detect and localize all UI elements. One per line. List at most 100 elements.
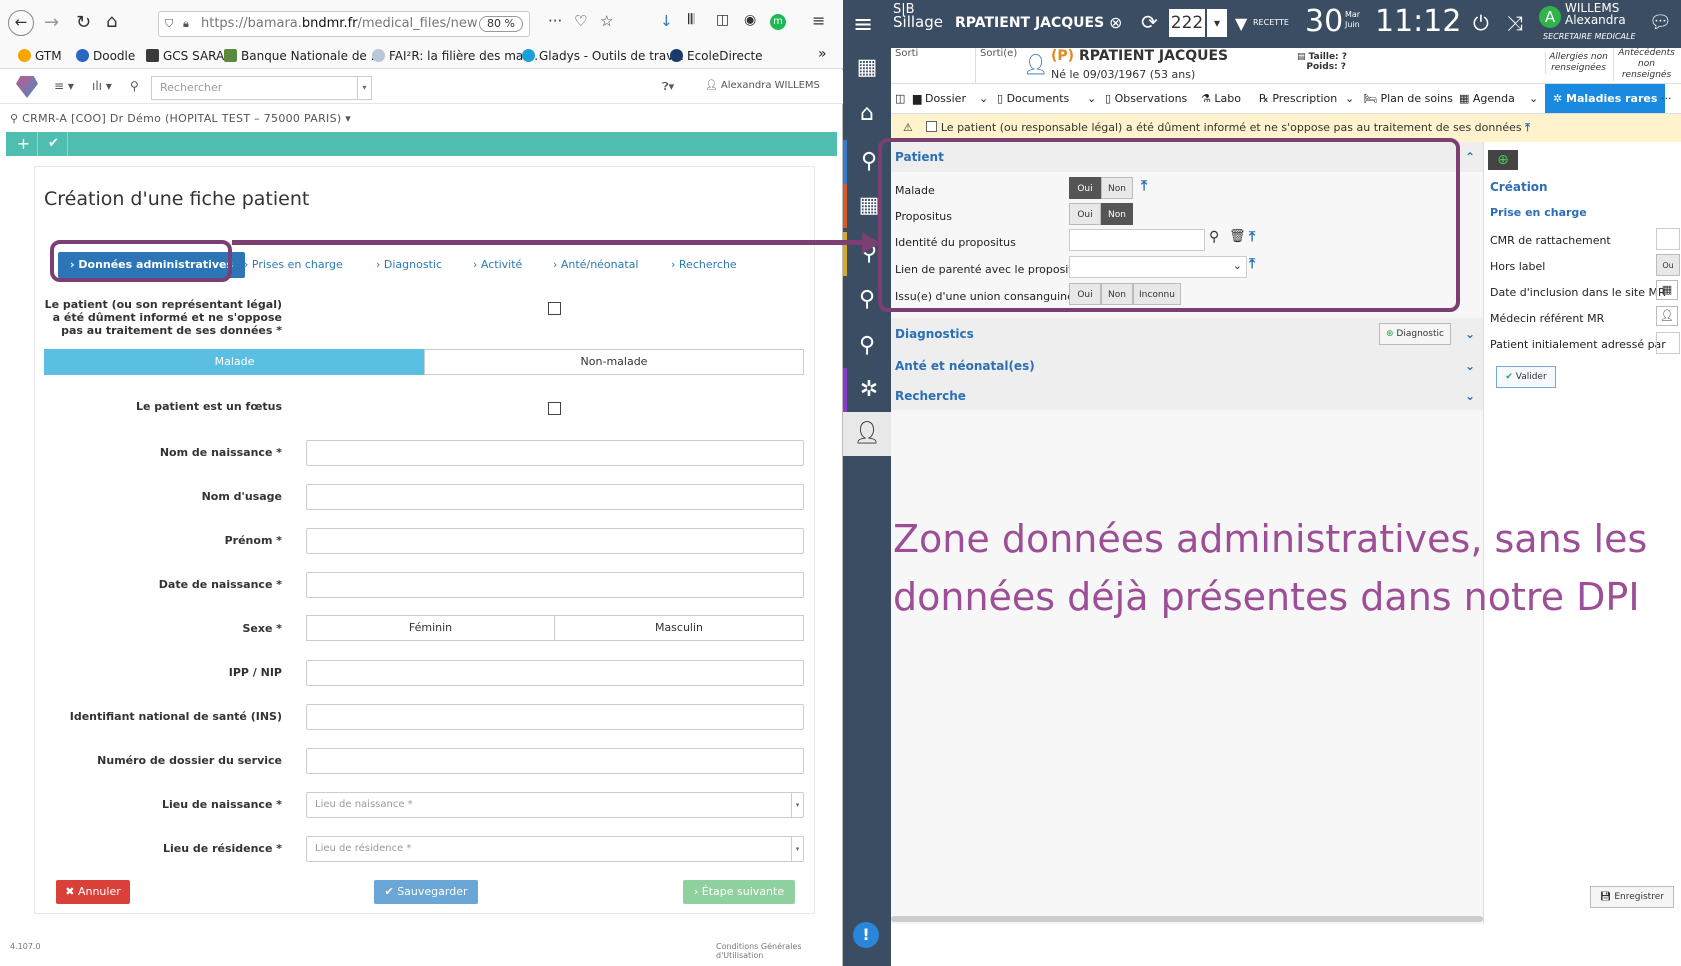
tab-maladies-rares[interactable]: ✲ Maladies rares (1545, 84, 1666, 113)
antecedents-label[interactable]: Antécédents non renseignés (1613, 48, 1679, 81)
chevron-down-icon[interactable]: ▾ (1207, 9, 1227, 37)
bookmark-item[interactable]: GCS SARA (146, 49, 224, 63)
section-diagnostics[interactable]: Diagnostics ⊕ Diagnostic ⌄ (891, 318, 1483, 350)
counter-badge[interactable]: 222 (1169, 9, 1205, 37)
library-icon[interactable]: 𝄃𝄃 (688, 12, 694, 28)
lieu-residence-select[interactable]: Lieu de résidence * ▾ (306, 836, 804, 862)
save-button[interactable]: ✔ Sauvegarder (374, 880, 478, 904)
tab-agenda[interactable]: ▦ Agenda (1459, 84, 1515, 113)
more-icon[interactable]: ··· (1661, 84, 1672, 113)
breadcrumb[interactable]: ⚲ CRMR-A [COO] Dr Démo (HOPITAL TEST – 7… (10, 112, 351, 125)
section-ante-neonatal[interactable]: Anté et néonatal(es) ⌄ (891, 350, 1483, 382)
ins-input[interactable] (306, 704, 804, 730)
consent-checkbox[interactable] (926, 121, 938, 132)
bookmark-item[interactable]: FAI²R: la filière des mal... (372, 49, 538, 63)
step-activite[interactable]: › Activité (473, 252, 522, 278)
cancel-button[interactable]: ✖ Annuler (56, 880, 130, 904)
allergies-label[interactable]: Allergies non renseignées (1545, 52, 1611, 74)
add-button[interactable]: ⊕ (1488, 150, 1518, 170)
filter-icon[interactable]: ▼ (1235, 14, 1247, 33)
adresse-input[interactable] (1656, 332, 1680, 354)
bookmark-item[interactable]: Banque Nationale de ... (224, 49, 382, 63)
prenom-input[interactable] (306, 528, 804, 554)
calendar-icon[interactable]: ▦ (1656, 280, 1678, 300)
horizontal-scrollbar[interactable] (891, 916, 1483, 922)
numero-dossier-input[interactable] (306, 748, 804, 774)
list-menu-icon[interactable]: ≡ ▾ (54, 79, 74, 93)
user-name[interactable]: WILLEMS Alexandra (1565, 2, 1626, 26)
home-icon[interactable]: ⌂ (843, 92, 891, 136)
tab-observations[interactable]: ▯ Observations (1105, 84, 1187, 113)
search-input[interactable]: Rechercher ▾ (151, 76, 372, 100)
user-add-icon[interactable]: 👤︎ (1656, 306, 1678, 326)
power-icon[interactable]: ⏻ (1473, 11, 1489, 35)
more-icon[interactable]: ··· (548, 12, 562, 30)
shuffle-icon[interactable]: ⤨ (1507, 11, 1523, 35)
back-icon[interactable]: ← (8, 10, 34, 36)
tab-prescription[interactable]: ℞ Prescription (1259, 84, 1337, 113)
extension-icon[interactable]: ◉ (744, 12, 756, 28)
tab-menu-chevron[interactable]: ⌄ (1345, 84, 1354, 113)
tab-plan-de-soins[interactable]: 🛏︎ Plan de soins (1363, 84, 1453, 113)
cmr-input[interactable] (1656, 228, 1680, 250)
enregistrer-button[interactable]: 💾︎ Enregistrer (1590, 886, 1674, 908)
check-button[interactable]: ✔ (40, 132, 68, 156)
info-icon[interactable]: ! (853, 922, 879, 948)
bookmark-item[interactable]: Doodle (76, 49, 135, 63)
pocket-icon[interactable]: ♡ (574, 12, 587, 30)
url-bar[interactable]: ⛉ 🔒︎ https://bamara.bndmr.fr/medical_fil… (158, 11, 530, 37)
bookmark-item[interactable]: GTM (18, 49, 62, 63)
help-icon[interactable]: ❓︎▾ (662, 80, 674, 94)
tab-menu-chevron[interactable]: ⌄ (1529, 84, 1538, 113)
avatar[interactable]: A (1539, 6, 1561, 28)
bookmark-item[interactable]: Gladys - Outils de trav... (522, 49, 684, 63)
add-button[interactable]: + (10, 132, 38, 156)
sidebar-icon[interactable]: ◫ (716, 12, 729, 28)
bookmark-item[interactable]: EcoleDirecte (670, 49, 763, 63)
home-icon[interactable]: ⌂ (106, 11, 117, 32)
hors-label-oui[interactable]: Ou (1656, 254, 1680, 276)
chat-icon[interactable]: 💬︎ (1649, 12, 1672, 33)
refresh-icon[interactable]: ⟳ (1141, 10, 1158, 34)
tab-labo[interactable]: ⚗ Labo (1201, 84, 1241, 113)
date-naissance-input[interactable] (306, 572, 804, 598)
sillage-logo[interactable]: S|B Sillage (893, 3, 943, 30)
zoom-level[interactable]: 80 % (479, 16, 523, 32)
lieu-naissance-select[interactable]: Lieu de naissance * ▾ (306, 792, 804, 818)
forward-icon[interactable]: → (44, 12, 59, 33)
extension-m-icon[interactable]: m (770, 14, 786, 30)
tab-documents[interactable]: ▯ Documents (997, 84, 1069, 113)
tab-menu-chevron[interactable]: ⌄ (979, 84, 988, 113)
patient-name[interactable]: (P) RPATIENT JACQUES (1051, 48, 1228, 64)
cgu-link[interactable]: Conditions Générales d'Utilisation (716, 942, 842, 960)
step-prises-en-charge[interactable]: › Prises en charge (244, 252, 343, 278)
step-diagnostic[interactable]: › Diagnostic (376, 252, 442, 278)
add-diagnostic-button[interactable]: ⊕ Diagnostic (1379, 323, 1451, 345)
ipp-input[interactable] (306, 660, 804, 686)
hamburger-icon[interactable]: ≡ (853, 10, 873, 38)
bookmarks-overflow[interactable]: » (818, 46, 827, 62)
star-icon[interactable]: ☆ (600, 12, 613, 30)
tab-menu-chevron[interactable]: ⌄ (1087, 84, 1096, 113)
apps-grid-icon[interactable]: ▦ (843, 48, 891, 88)
step-recherche[interactable]: › Recherche (671, 252, 737, 278)
consent-checkbox[interactable] (548, 302, 561, 315)
patient-icon[interactable]: 👤︎ (843, 412, 891, 456)
molecule-icon[interactable]: ✲ (843, 368, 891, 412)
bamara-logo[interactable] (16, 76, 38, 98)
valider-button[interactable]: ✔ Valider (1496, 366, 1556, 388)
close-patient-icon[interactable]: ⊗ (1109, 13, 1122, 32)
tab-layout-icon[interactable]: ◫ (895, 84, 905, 113)
section-recherche[interactable]: Recherche ⌄ (891, 382, 1483, 410)
malade-toggle[interactable]: Malade (44, 349, 425, 375)
step-ante-neonatal[interactable]: › Anté/néonatal (553, 252, 638, 278)
reload-icon[interactable]: ↻ (76, 12, 91, 33)
sexe-masculin-option[interactable]: Masculin (554, 615, 804, 641)
search-icon[interactable]: ⚲ (843, 324, 891, 368)
nom-naissance-input[interactable] (306, 440, 804, 466)
menu-icon[interactable]: ≡ (812, 11, 825, 30)
height-weight[interactable]: ▤ Taille: ? Poids: ? (1297, 52, 1347, 72)
download-icon[interactable]: ↓ (660, 12, 673, 30)
user-menu[interactable]: 👤︎ Alexandra WILLEMS (705, 80, 820, 91)
foetus-checkbox[interactable] (548, 402, 561, 415)
